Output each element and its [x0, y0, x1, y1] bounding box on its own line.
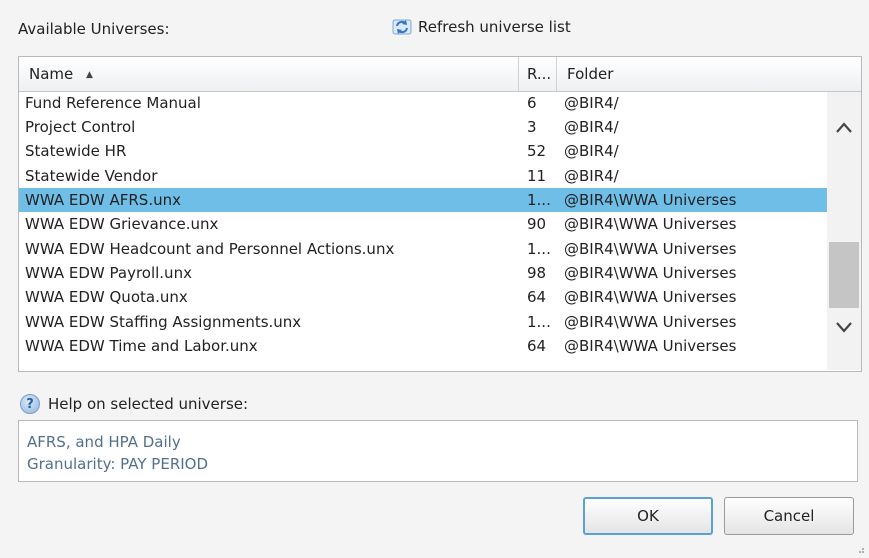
- row-name: WWA EDW Payroll.unx: [25, 264, 192, 282]
- help-description-box: AFRS, and HPA Daily Granularity: PAY PER…: [18, 420, 858, 482]
- row-folder: @BIR4\WWA Universes: [564, 337, 737, 355]
- row-name: WWA EDW Quota.unx: [25, 288, 188, 306]
- row-folder: @BIR4\WWA Universes: [564, 264, 737, 282]
- row-name: Project Control: [25, 118, 136, 136]
- row-name: WWA EDW Staffing Assignments.unx: [25, 313, 302, 331]
- row-r: 1...: [527, 191, 551, 209]
- scroll-down-chevron-icon[interactable]: [835, 318, 853, 336]
- list-row[interactable]: Statewide HR 52 @BIR4/: [19, 139, 827, 163]
- column-r-label: R...: [527, 65, 552, 83]
- row-folder: @BIR4\WWA Universes: [564, 288, 737, 306]
- row-r: 52: [527, 142, 547, 160]
- row-r: 1...: [527, 240, 551, 258]
- row-r: 11: [527, 167, 547, 185]
- scrollbar-thumb[interactable]: [829, 242, 859, 308]
- column-header-folder[interactable]: Folder: [557, 57, 861, 91]
- column-name-label: Name: [29, 65, 74, 83]
- row-name: Statewide HR: [25, 142, 127, 160]
- row-name: Fund Reference Manual: [25, 94, 201, 112]
- list-row-selected[interactable]: WWA EDW AFRS.unx 1... @BIR4\WWA Universe…: [19, 188, 827, 212]
- list-row[interactable]: WWA EDW Payroll.unx 98 @BIR4\WWA Univers…: [19, 261, 827, 285]
- ok-button[interactable]: OK: [583, 497, 713, 535]
- scroll-up-chevron-icon[interactable]: [835, 119, 853, 137]
- sort-ascending-icon: ▲: [86, 69, 93, 80]
- help-line: Granularity: PAY PERIOD: [27, 455, 209, 473]
- refresh-icon: [392, 17, 412, 37]
- refresh-label: Refresh universe list: [418, 18, 571, 36]
- list-row[interactable]: WWA EDW Time and Labor.unx 64 @BIR4\WWA …: [19, 334, 827, 358]
- row-r: 98: [527, 264, 547, 282]
- list-row[interactable]: Fund Reference Manual 6 @BIR4/: [19, 92, 827, 115]
- row-r: 1...: [527, 313, 551, 331]
- available-universes-label: Available Universes:: [18, 20, 170, 38]
- column-header-name[interactable]: Name ▲: [19, 57, 519, 91]
- help-line: AFRS, and HPA Daily: [27, 433, 181, 451]
- row-r: 3: [527, 118, 537, 136]
- row-folder: @BIR4/: [564, 118, 619, 136]
- list-row[interactable]: Project Control 3 @BIR4/: [19, 115, 827, 139]
- row-r: 64: [527, 288, 547, 306]
- refresh-universe-list-button[interactable]: Refresh universe list: [392, 17, 571, 37]
- row-folder: @BIR4\WWA Universes: [564, 240, 737, 258]
- row-folder: @BIR4\WWA Universes: [564, 313, 737, 331]
- column-folder-label: Folder: [567, 65, 614, 83]
- list-row[interactable]: WWA EDW Staffing Assignments.unx 1... @B…: [19, 310, 827, 334]
- row-name: WWA EDW Grievance.unx: [25, 215, 219, 233]
- row-name: WWA EDW Headcount and Personnel Actions.…: [25, 240, 395, 258]
- row-name: Statewide Vendor: [25, 167, 158, 185]
- row-name: WWA EDW Time and Labor.unx: [25, 337, 258, 355]
- row-folder: @BIR4/: [564, 167, 619, 185]
- row-folder: @BIR4/: [564, 94, 619, 112]
- list-header: Name ▲ R... Folder: [19, 57, 861, 92]
- row-folder: @BIR4\WWA Universes: [564, 191, 737, 209]
- list-row[interactable]: WWA EDW Grievance.unx 90 @BIR4\WWA Unive…: [19, 212, 827, 236]
- cancel-button[interactable]: Cancel: [724, 497, 854, 535]
- question-mark-icon: ?: [20, 394, 40, 414]
- row-folder: @BIR4\WWA Universes: [564, 215, 737, 233]
- universe-list: Name ▲ R... Folder Fund Reference Manual…: [18, 56, 862, 372]
- help-header: ? Help on selected universe:: [20, 394, 248, 414]
- vertical-scrollbar[interactable]: [827, 92, 861, 370]
- row-name: WWA EDW AFRS.unx: [25, 191, 181, 209]
- row-r: 6: [527, 94, 537, 112]
- list-rows: Fund Reference Manual 6 @BIR4/ Project C…: [19, 92, 827, 370]
- list-row[interactable]: WWA EDW Headcount and Personnel Actions.…: [19, 237, 827, 261]
- choose-universe-dialog: Available Universes: Refresh universe li…: [0, 0, 869, 553]
- list-row[interactable]: Statewide Vendor 11 @BIR4/: [19, 164, 827, 188]
- column-header-r[interactable]: R...: [519, 57, 557, 91]
- row-r: 90: [527, 215, 547, 233]
- list-row[interactable]: WWA EDW Quota.unx 64 @BIR4\WWA Universes: [19, 285, 827, 309]
- help-label: Help on selected universe:: [48, 395, 249, 413]
- resize-grip-icon[interactable]: [855, 540, 865, 553]
- row-r: 64: [527, 337, 547, 355]
- row-folder: @BIR4/: [564, 142, 619, 160]
